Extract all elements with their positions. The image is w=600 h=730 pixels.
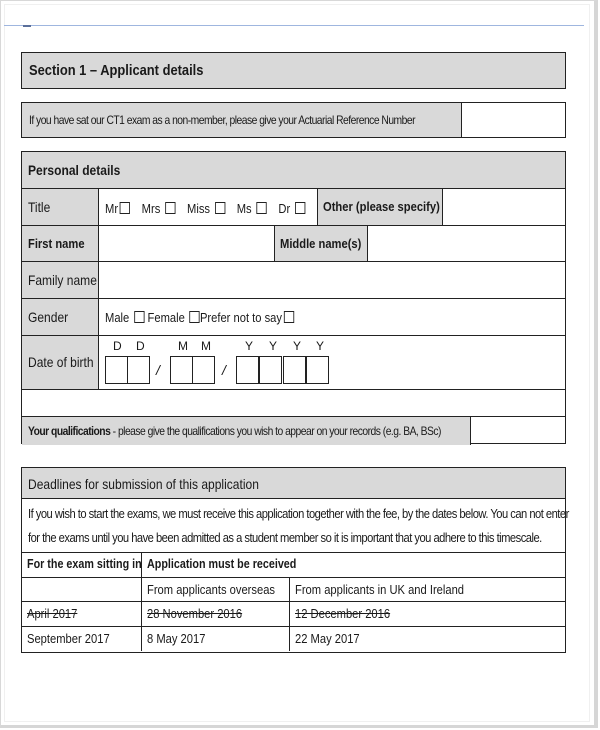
dob-letter-y1: Y [245,339,254,353]
dob-year-2[interactable] [259,356,282,384]
first-name-input[interactable] [99,226,274,261]
family-name-input[interactable] [99,262,565,298]
sub-uk-header: From applicants in UK and Ireland [295,582,465,597]
deadlines-intro-line-1: If you wish to start the exams, we must … [28,506,569,521]
gender-option-female[interactable]: Female [148,310,200,325]
actuarial-reference-label-cell: If you have sat our CT1 exam as a non-me… [22,103,462,137]
deadline-row: April 2017 28 November 2016 12 December … [22,601,565,626]
checkbox-mrs[interactable] [165,202,176,214]
title-option-mrs[interactable]: Mrs [142,201,176,216]
deadlines-table: Deadlines for submission of this applica… [21,467,569,653]
dob-label-cell: Date of birth [22,336,99,389]
actuarial-reference-row: If you have sat our CT1 exam as a non-me… [21,102,566,138]
other-label-cell: Other (please specify) [317,189,443,225]
family-name-label-cell: Family name [22,262,99,298]
qualifications-row: Your qualifications - please give the qu… [22,416,565,445]
personal-details-table: Personal details Title Mr Mrs Miss Ms Dr… [21,151,566,445]
gender-option-prefer-not[interactable]: Prefer not to say [200,310,295,325]
header-rule [4,25,584,26]
dob-letter-d1: D [113,339,122,353]
title-label-cell: Title [22,189,99,225]
deadlines-intro-row: If you wish to start the exams, we must … [22,498,569,552]
dob-month-2[interactable] [192,356,215,384]
sub-overseas-header: From applicants overseas [142,578,290,601]
title-option-dr[interactable]: Dr [278,201,306,216]
dob-letter-y4: Y [316,339,325,353]
subheader-empty-cell [22,578,142,601]
deadline-sitting: April 2017 [22,602,142,626]
dob-letter-d2: D [136,339,145,353]
dob-separator-1: / [156,362,160,378]
checkbox-male[interactable] [134,311,145,323]
actuarial-reference-label: If you have sat our CT1 exam as a non-me… [29,113,416,127]
dob-year-4[interactable] [306,356,329,384]
personal-details-heading-row: Personal details [22,152,565,188]
deadlines-heading-row: Deadlines for submission of this applica… [22,468,565,498]
checkbox-miss[interactable] [214,202,226,214]
title-option-ms[interactable]: Ms [237,201,267,216]
middle-names-input[interactable] [368,226,565,261]
col-sitting-header: For the exam sitting in [22,553,142,577]
title-label: Title [28,199,51,215]
blank-row [22,389,565,416]
dob-year-3[interactable] [283,356,306,384]
checkbox-ms[interactable] [256,202,267,214]
section-1-title: Section 1 – Applicant details [29,62,204,79]
middle-names-label: Middle name(s) [280,236,362,251]
other-label: Other (please specify) [323,199,440,214]
deadlines-subheader-row: From applicants overseas From applicants… [22,577,565,601]
dob-row: Date of birth D D M M Y Y Y Y / / [22,335,565,389]
title-option-mr[interactable]: Mr [105,201,131,216]
gender-option-male[interactable]: Male [105,310,145,325]
deadlines-intro-line-2: for the exams until you have been admitt… [28,530,542,545]
dob-month-1[interactable] [170,356,193,384]
deadline-row: September 2017 8 May 2017 22 May 2017 [22,626,565,651]
deadlines-heading: Deadlines for submission of this applica… [28,476,259,492]
first-name-label-cell: First name [22,226,99,261]
dob-separator-2: / [222,362,226,378]
gender-label: Gender [28,309,69,325]
dob-day-2[interactable] [127,356,150,384]
checkbox-dr[interactable] [295,202,306,214]
deadline-sitting: September 2017 [22,627,142,651]
checkbox-prefer-not[interactable] [283,311,295,323]
personal-details-heading: Personal details [28,162,121,178]
qualifications-label: Your qualifications - please give the qu… [28,424,441,438]
dob-letter-m1: M [178,339,188,353]
first-name-row: First name Middle name(s) [22,225,565,261]
dob-letter-y3: Y [293,339,302,353]
title-options: Mr Mrs Miss Ms Dr [99,189,317,225]
dob-letter-y2: Y [269,339,278,353]
gender-options: Male Female Prefer not to say [99,299,565,335]
family-name-label: Family name [28,272,97,288]
title-option-miss[interactable]: Miss [187,201,226,216]
dob-label: Date of birth [28,354,94,370]
first-name-label: First name [28,236,85,251]
col-received-header: Application must be received [147,557,297,571]
checkbox-mr[interactable] [119,202,131,214]
middle-names-label-cell: Middle name(s) [274,226,368,261]
deadline-overseas: 28 November 2016 [142,602,290,626]
dob-year-1[interactable] [236,356,259,384]
dob-day-1[interactable] [105,356,128,384]
gender-label-cell: Gender [22,299,99,335]
dob-fields: D D M M Y Y Y Y / / [99,336,565,389]
qualifications-input[interactable] [471,417,565,445]
checkbox-female[interactable] [189,311,200,323]
deadlines-column-header-row: For the exam sitting in Application must… [22,552,565,577]
family-name-row: Family name [22,261,565,298]
deadline-uk: 12 December 2016 [295,606,391,621]
deadline-uk: 22 May 2017 [295,631,360,646]
dob-letter-m2: M [201,339,211,353]
title-row: Title Mr Mrs Miss Ms Dr Other (please sp… [22,188,565,225]
header-mark [23,25,31,27]
section-1-header: Section 1 – Applicant details [21,52,566,89]
qualifications-label-cell: Your qualifications - please give the qu… [22,417,471,445]
other-input[interactable] [443,189,565,225]
deadline-overseas: 8 May 2017 [142,627,290,651]
gender-row: Gender Male Female Prefer not to say [22,298,565,335]
actuarial-reference-input[interactable] [462,103,565,137]
